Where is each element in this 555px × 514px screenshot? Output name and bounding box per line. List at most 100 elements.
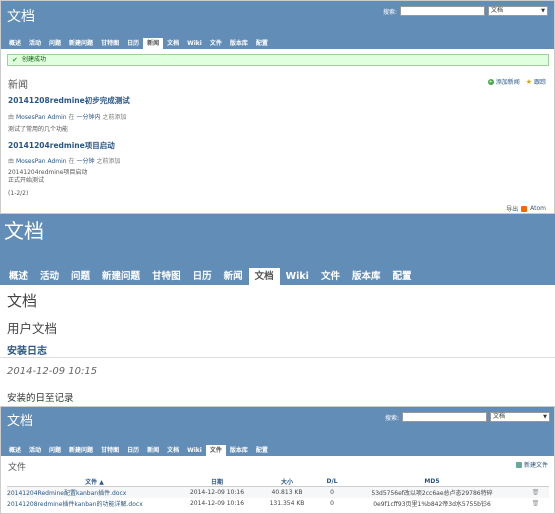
file-downloads: 0 xyxy=(322,486,342,498)
search-scope-select[interactable]: 文档 ▼ xyxy=(490,412,550,422)
header: 文档 搜索: 文档 ▼ 概述 活动 问题 新建问题 甘特图 日历 新闻 文档 Wiki 文件 版本库配… xyxy=(1,407,554,456)
main-menu: 概述 活动 问题 新建问题 甘特图 日历 新闻 文档 Wiki 文件 版本库 配置 xyxy=(5,445,272,456)
news-description: 测试了常用的几个功能 xyxy=(8,126,69,133)
tab-10[interactable]: 版本库 xyxy=(226,38,252,49)
document-description: 安装的日至记录 xyxy=(7,393,74,404)
tab-5[interactable]: 日历 xyxy=(123,38,143,49)
new-file-link[interactable]: 新建文件 xyxy=(515,460,548,469)
file-size: 40.813 KB xyxy=(252,486,322,498)
tab-2[interactable]: 问题 xyxy=(65,268,96,285)
time-link[interactable]: 一分钟 xyxy=(76,158,94,165)
file-md5: 53d5756ef改以项2cc6ae总卢态29786特碎 xyxy=(342,486,522,498)
news-pane: 文档 搜索: 文档 ▼ 概述 活动 问题 新建问题 甘特图 日历 新闻 文档 Wiki 文件 版本库配… xyxy=(0,0,555,214)
news-meta: 由 MosesPan Admin 在 一分钟 之前添加 xyxy=(8,158,121,165)
tab-1[interactable]: 活动 xyxy=(25,445,45,456)
rss-icon xyxy=(521,205,528,212)
author-link[interactable]: MosesPan Admin xyxy=(16,158,67,165)
main-menu: 概述 活动 问题 新建问题 甘特图 日历 新闻 文档 Wiki 文件 版本库 配置 xyxy=(3,268,417,285)
document-title-link[interactable]: 安装日志 xyxy=(7,342,47,357)
tab-3[interactable]: 新建问题 xyxy=(65,445,97,456)
tab-8[interactable]: Wiki xyxy=(280,268,315,285)
time-link[interactable]: 一分钟内 xyxy=(76,114,100,121)
news-title-link[interactable]: 20141204redmine项目启动 xyxy=(8,140,115,151)
main-menu: 概述 活动 问题 新建问题 甘特图 日历 新闻 文档 Wiki 文件 版本库 配置 xyxy=(5,38,272,49)
tab-6[interactable]: 新闻 xyxy=(143,445,163,456)
tab-5[interactable]: 日历 xyxy=(123,445,143,456)
project-title: 文档 xyxy=(7,414,34,429)
project-title: 文档 xyxy=(4,219,44,243)
tab-11[interactable]: 配置 xyxy=(252,38,272,49)
column-header-size[interactable]: 大小 xyxy=(252,477,322,487)
tab-2[interactable]: 问题 xyxy=(45,445,65,456)
project-title: 文档 xyxy=(7,9,35,25)
tab-10[interactable]: 版本库 xyxy=(346,268,387,285)
tab-0[interactable]: 概述 xyxy=(3,268,34,285)
tab-6[interactable]: 新闻 xyxy=(218,268,249,285)
tab-9[interactable]: 文件 xyxy=(205,445,226,456)
search-area: 搜索: 文档 ▼ xyxy=(383,6,548,16)
add-news-link[interactable]: + 添加新闻 xyxy=(487,77,520,86)
atom-link[interactable]: Atom xyxy=(530,205,546,212)
files-table: 文件 ▲ 日期 大小 D/L MD5 20141204Redmine配置kanb… xyxy=(7,477,549,509)
check-icon: ✔ xyxy=(12,56,18,64)
tab-4[interactable]: 甘特图 xyxy=(146,268,187,285)
contextual-actions: + 添加新闻 ★ 跟踪 xyxy=(487,77,546,87)
pagination: (1-2/2) xyxy=(8,190,29,197)
news-description: 20141204redmine项目启动 正式开始测试 xyxy=(8,169,88,184)
search-input[interactable] xyxy=(402,412,487,422)
tab-10[interactable]: 版本库 xyxy=(226,445,252,456)
tab-2[interactable]: 问题 xyxy=(45,38,65,49)
column-header-date[interactable]: 日期 xyxy=(182,477,252,487)
header: 文档 搜索: 文档 ▼ 概述 活动 问题 新建问题 甘特图 日历 新闻 文档 Wiki 文件 版本库配… xyxy=(1,1,554,49)
file-date: 2014-12-09 10:16 xyxy=(182,497,252,509)
tab-4[interactable]: 甘特图 xyxy=(97,445,123,456)
column-header-md5[interactable]: MD5 xyxy=(342,477,522,487)
author-link[interactable]: MosesPan Admin xyxy=(16,114,67,121)
tab-7[interactable]: 文档 xyxy=(248,268,280,285)
chevron-down-icon: ▼ xyxy=(543,414,547,420)
trash-icon[interactable]: 🗑 xyxy=(532,500,540,507)
tab-11[interactable]: 配置 xyxy=(252,445,272,456)
tab-7[interactable]: 文档 xyxy=(163,38,183,49)
column-header-downloads[interactable]: D/L xyxy=(322,477,342,487)
tab-6[interactable]: 新闻 xyxy=(143,38,164,49)
page-heading: 文档 xyxy=(7,292,38,310)
column-header-file[interactable]: 文件 ▲ xyxy=(7,477,182,487)
trash-icon[interactable]: 🗑 xyxy=(532,489,540,496)
search-input[interactable] xyxy=(400,6,485,16)
tab-8[interactable]: Wiki xyxy=(183,445,206,456)
tab-5[interactable]: 日历 xyxy=(187,268,218,285)
page-heading: 新闻 xyxy=(8,80,28,91)
table-row: 20141208redmine插件kanban的功能详解.docx 2014-1… xyxy=(7,497,549,509)
search-label: 搜索: xyxy=(382,8,397,16)
tab-3[interactable]: 新建问题 xyxy=(96,268,146,285)
tab-1[interactable]: 活动 xyxy=(25,38,45,49)
file-md5: 0e9f1cff93页里1%b842帝3d水5755b钐6 xyxy=(342,497,522,509)
new-file-icon xyxy=(515,461,522,468)
tab-9[interactable]: 文件 xyxy=(206,38,226,49)
star-icon: ★ xyxy=(525,77,532,86)
tab-1[interactable]: 活动 xyxy=(34,268,65,285)
search-label: 搜索: xyxy=(384,414,399,422)
tab-0[interactable]: 概述 xyxy=(5,445,25,456)
category-heading: 用户文档 xyxy=(7,321,58,336)
tab-8[interactable]: Wiki xyxy=(183,38,206,49)
file-link[interactable]: 20141204Redmine配置kanban插件.docx xyxy=(7,486,182,498)
news-meta: 由 MosesPan Admin 在 一分钟内 之前添加 xyxy=(8,114,127,121)
tab-11[interactable]: 配置 xyxy=(386,268,417,285)
tab-4[interactable]: 甘特图 xyxy=(97,38,123,49)
tab-7[interactable]: 文档 xyxy=(163,445,183,456)
tab-9[interactable]: 文件 xyxy=(315,268,346,285)
flash-notice: ✔ 创建成功 xyxy=(7,54,549,66)
file-link[interactable]: 20141208redmine插件kanban的功能详解.docx xyxy=(7,497,182,509)
tab-3[interactable]: 新建问题 xyxy=(65,38,97,49)
tab-0[interactable]: 概述 xyxy=(5,38,25,49)
header: 文档 概述 活动 问题 新建问题 甘特图 日历 新闻 文档 Wiki 文件 版本库 配置 xyxy=(0,214,555,285)
search-scope-select[interactable]: 文档 ▼ xyxy=(488,6,548,16)
divider xyxy=(0,357,555,358)
watch-link[interactable]: ★ 跟踪 xyxy=(525,77,546,87)
column-header-actions xyxy=(522,477,549,487)
news-title-link[interactable]: 20141208redmine初步完成测试 xyxy=(8,95,130,106)
export-label: 导出 xyxy=(506,206,519,213)
page-heading: 文件 xyxy=(8,463,27,473)
